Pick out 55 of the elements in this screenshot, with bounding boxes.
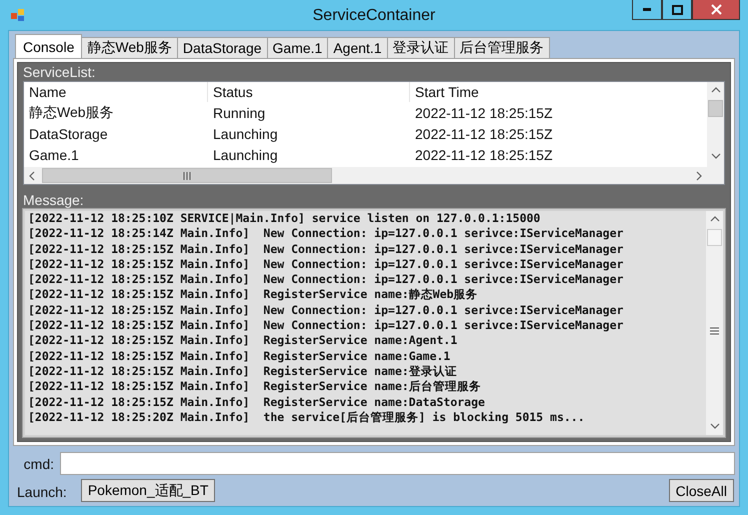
table-cell-text: 2022-11-12 18:25:15Z	[414, 126, 554, 142]
tab[interactable]: 静态Web服务	[81, 37, 178, 58]
maximize-icon	[672, 4, 682, 14]
tab[interactable]: Console	[15, 34, 82, 58]
table-cell-text: 静态Web服务	[28, 104, 115, 122]
tab[interactable]: Game.1	[266, 37, 328, 58]
grip-icon	[710, 327, 719, 336]
vertical-scrollbar[interactable]	[707, 82, 724, 184]
close-icon	[710, 4, 722, 15]
grip-icon	[183, 172, 191, 180]
log-line: [2022-11-12 18:25:15Z Main.Info] New Connection: ip=127.0.0.1 serivce:IServiceManager	[28, 242, 624, 257]
minimize-icon	[643, 8, 651, 11]
table-cell-text: Launching	[212, 126, 279, 142]
table-cell-text: 2022-11-12 18:25:15Z	[414, 104, 554, 120]
service-list-label: ServiceList:	[23, 63, 96, 81]
tab[interactable]: 后台管理服务	[454, 37, 550, 58]
log-line: [2022-11-12 18:25:15Z Main.Info] RegisterService name:静态Web服务	[28, 287, 478, 303]
log-line: [2022-11-12 18:25:15Z Main.Info] New Connection: ip=127.0.0.1 serivce:IServiceManager	[28, 272, 624, 288]
app-icon	[11, 8, 25, 22]
vertical-scrollbar[interactable]	[706, 211, 723, 435]
launch-button[interactable]: Pokemon_适配_BT	[80, 479, 216, 502]
tab[interactable]: 登录认证	[386, 37, 455, 58]
table-cell-text: 2022-11-12 18:25:15Z	[414, 146, 554, 162]
scrollbar-thumb[interactable]	[708, 100, 723, 117]
column-header[interactable]: Status	[208, 82, 410, 102]
log-line: [2022-11-12 18:25:15Z Main.Info] New Connection: ip=127.0.0.1 serivce:IServiceManager	[28, 302, 624, 318]
tab[interactable]: DataStorage	[176, 37, 268, 58]
log-line: [2022-11-12 18:25:15Z Main.Info] New Connection: ip=127.0.0.1 serivce:IServiceManager	[28, 318, 624, 334]
horizontal-scrollbar[interactable]	[24, 167, 707, 184]
maximize-button[interactable]	[662, 0, 692, 20]
log-line: [2022-11-12 18:25:15Z Main.Info] RegisterService name:登录认证	[28, 364, 457, 380]
table-cell-text: DataStorage	[28, 126, 109, 142]
log-line: [2022-11-12 18:25:15Z Main.Info] RegisterService name:Agent.1	[28, 333, 458, 349]
log-line: [2022-11-12 18:25:15Z Main.Info] RegisterService name:DataStorage	[28, 394, 485, 410]
close-button[interactable]	[692, 0, 740, 20]
cmd-label: cmd:	[22, 456, 54, 472]
table-cell-text: Launching	[212, 146, 279, 162]
close-all-button[interactable]: CloseAll	[668, 479, 734, 502]
column-header[interactable]: Name	[24, 82, 208, 102]
scrollbar-thumb[interactable]	[707, 229, 722, 246]
cmd-input-field[interactable]	[60, 452, 735, 475]
log-line: [2022-11-12 18:25:15Z Main.Info] New Connection: ip=127.0.0.1 serivce:IServiceManager	[28, 256, 624, 272]
table-cell-text: Game.1	[28, 146, 80, 162]
log-line: [2022-11-12 18:25:20Z Main.Info] the service[后台管理服务] is blocking 5015 ms...	[28, 410, 585, 426]
log-line: [2022-11-12 18:25:10Z SERVICE|Main.Info] service listen on 127.0.0.1:15000	[28, 211, 540, 226]
window-title: ServiceContainer	[312, 6, 436, 24]
log-line: [2022-11-12 18:25:14Z Main.Info] New Connection: ip=127.0.0.1 serivce:IServiceManager	[28, 226, 624, 242]
message-label: Message:	[23, 191, 85, 209]
table-cell-text: Running	[212, 104, 266, 120]
tab[interactable]: Agent.1	[327, 37, 388, 58]
launch-label: Launch:	[17, 484, 67, 502]
log-line: [2022-11-12 18:25:15Z Main.Info] RegisterService name:后台管理服务	[28, 379, 481, 395]
log-line: [2022-11-12 18:25:15Z Main.Info] RegisterService name:Game.1	[28, 348, 450, 364]
scrollbar-thumb[interactable]	[42, 168, 332, 183]
minimize-button[interactable]	[632, 0, 662, 20]
